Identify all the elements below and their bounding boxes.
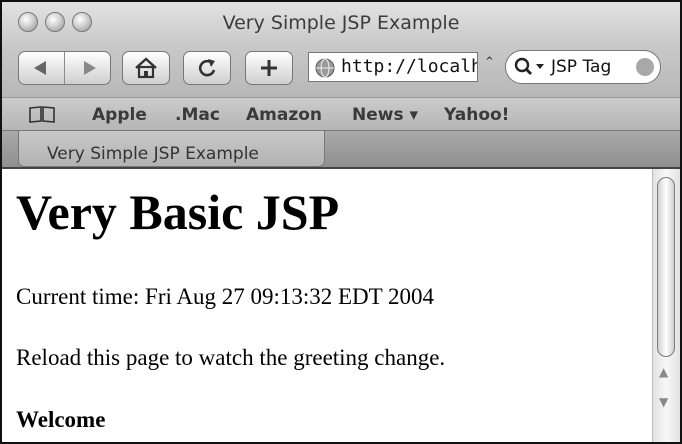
globe-icon [315, 58, 335, 78]
scroll-down-icon[interactable]: ▼ [659, 395, 668, 409]
greeting-text: Welcome [16, 407, 106, 432]
reload-instruction-text: Reload this page to watch the greeting c… [16, 345, 446, 370]
page-heading: Very Basic JSP [16, 184, 340, 240]
vertical-scrollbar[interactable]: ▲ ▼ [652, 169, 680, 442]
scrollbar-thumb[interactable] [657, 177, 675, 357]
forward-button[interactable] [65, 52, 111, 84]
clear-search-icon[interactable] [636, 58, 654, 76]
address-stepper-icon[interactable]: ⌃ [484, 55, 495, 70]
search-icon [514, 57, 544, 75]
bookmark-mac[interactable]: .Mac [175, 105, 220, 125]
bookmark-apple[interactable]: Apple [92, 105, 147, 125]
tab-label: Very Simple JSP Example [47, 144, 259, 164]
bookmark-news[interactable]: News ▾ [352, 105, 418, 125]
browser-window: Very Simple JSP Example http://local ⌃ J… [0, 0, 682, 444]
bookmarks-bar: Apple .Mac Amazon News ▾ Yahoo! [2, 97, 680, 131]
tab-very-simple-jsp[interactable]: Very Simple JSP Example [18, 131, 325, 167]
page-content: Very Basic JSP Current time: Fri Aug 27 … [2, 169, 652, 442]
window-title: Very Simple JSP Example [222, 12, 460, 34]
current-time-text: Current time: Fri Aug 27 09:13:32 EDT 20… [16, 284, 435, 309]
title-and-toolbar: Very Simple JSP Example http://local ⌃ J… [2, 2, 680, 97]
search-value: JSP Tag [551, 57, 612, 77]
scroll-up-icon[interactable]: ▲ [659, 365, 668, 379]
segment-divider [64, 52, 65, 84]
add-bookmark-button[interactable] [245, 51, 293, 85]
home-icon [135, 57, 157, 79]
bookmark-yahoo[interactable]: Yahoo! [444, 105, 509, 125]
forward-arrow-icon [84, 61, 96, 75]
address-bar[interactable]: http://localhost [308, 52, 478, 82]
search-field[interactable]: JSP Tag [505, 50, 661, 84]
home-button[interactable] [122, 51, 170, 85]
bookmarks-book-icon[interactable] [28, 104, 56, 124]
reload-icon [199, 59, 216, 77]
tab-strip: Very Simple JSP Example [2, 130, 680, 168]
back-arrow-icon [34, 61, 46, 75]
reload-button[interactable] [183, 51, 231, 85]
address-text: http://localhost [341, 56, 477, 77]
back-button[interactable] [19, 52, 65, 84]
plus-icon [261, 60, 277, 76]
bookmark-amazon[interactable]: Amazon [246, 105, 322, 125]
